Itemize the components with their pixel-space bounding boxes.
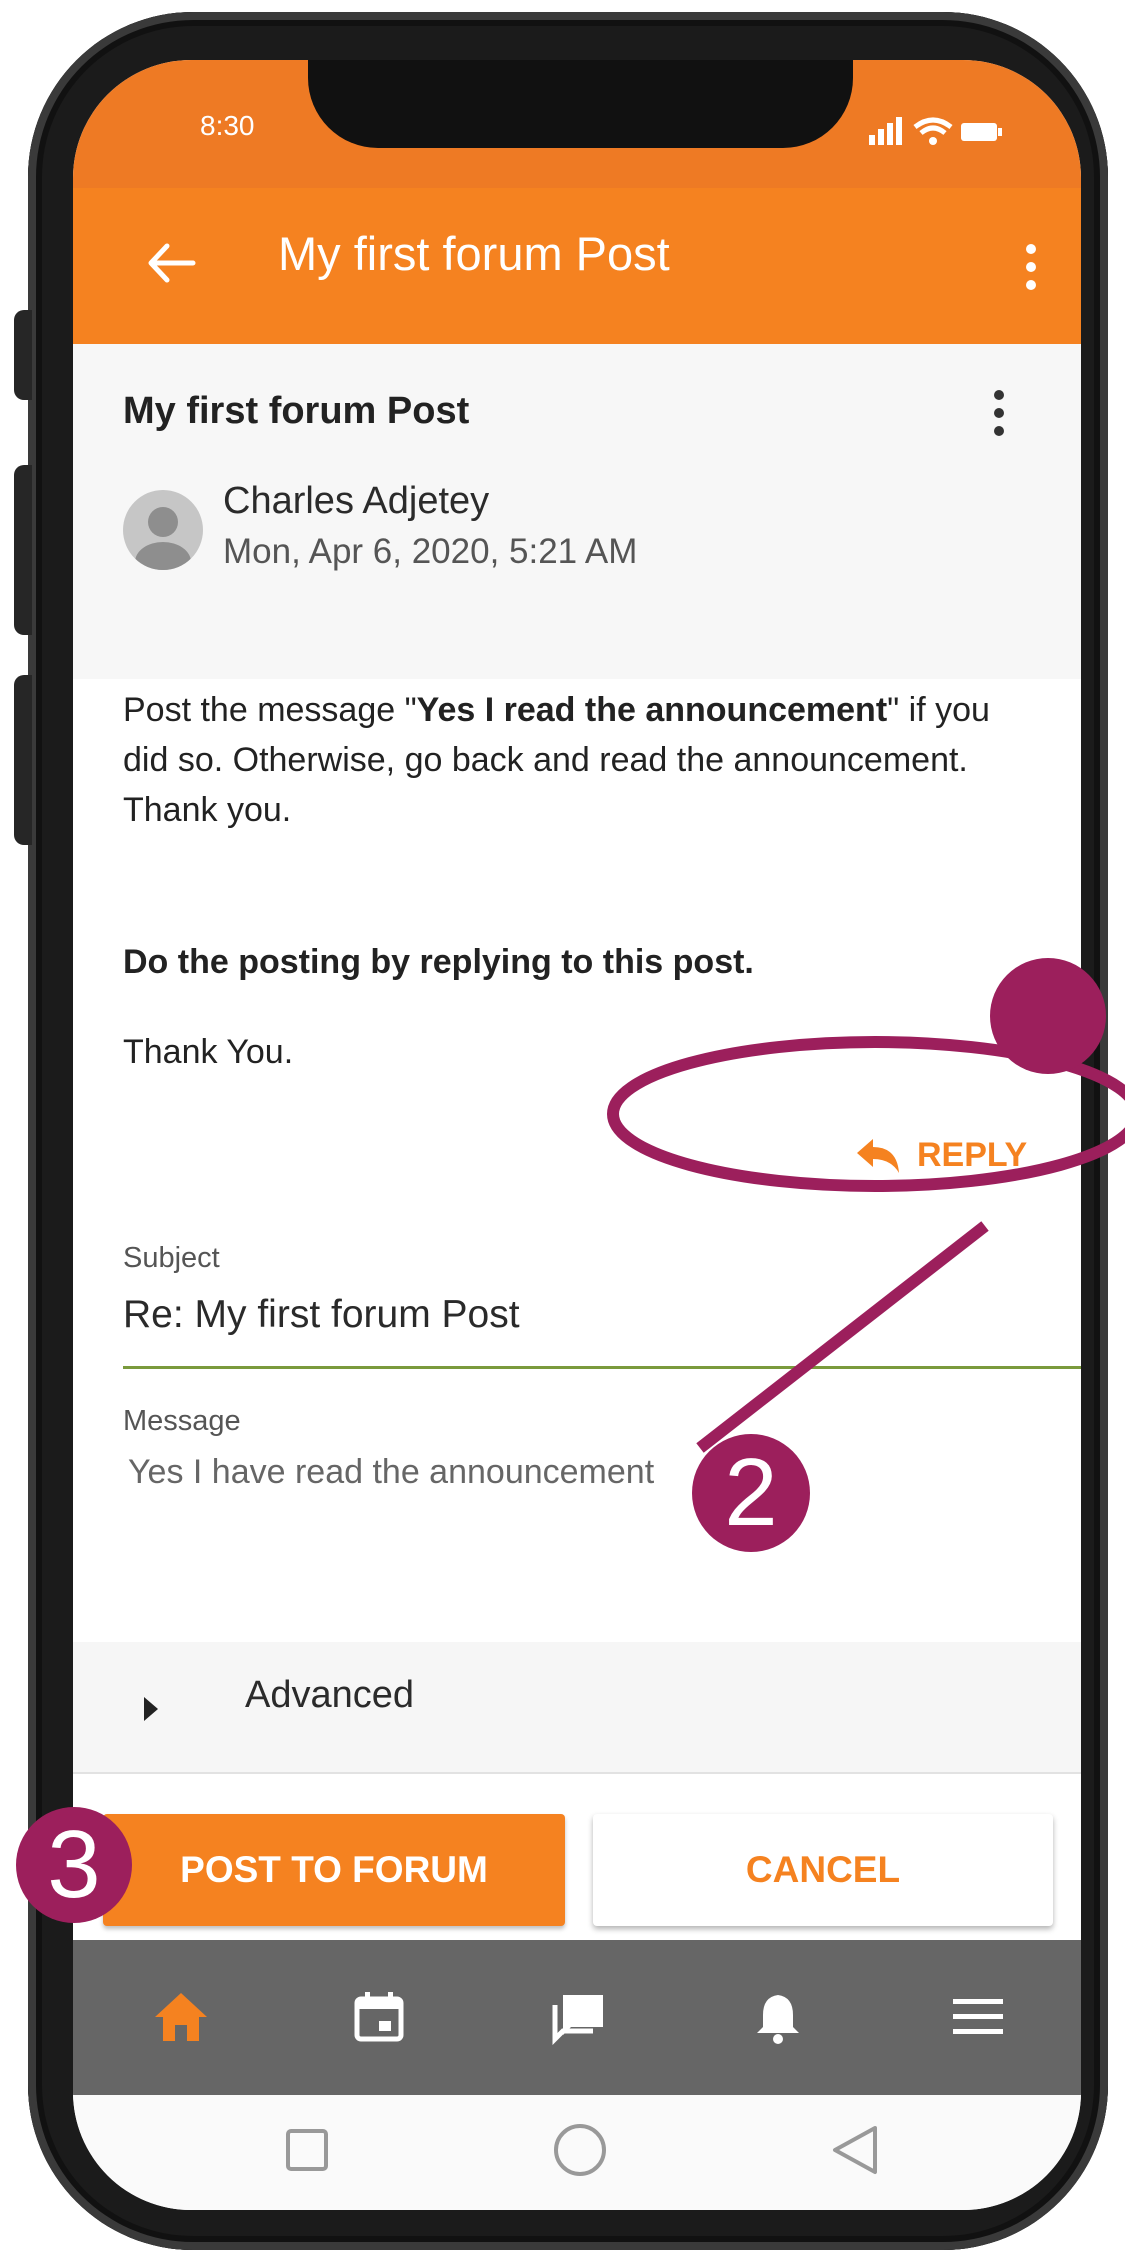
step-3-badge: 3: [16, 1807, 132, 1923]
annotation-overlay: [607, 958, 1125, 1453]
device: 8:30 My first forum Post My first forum …: [0, 0, 1125, 2253]
step-2-badge: 2: [692, 1434, 810, 1552]
